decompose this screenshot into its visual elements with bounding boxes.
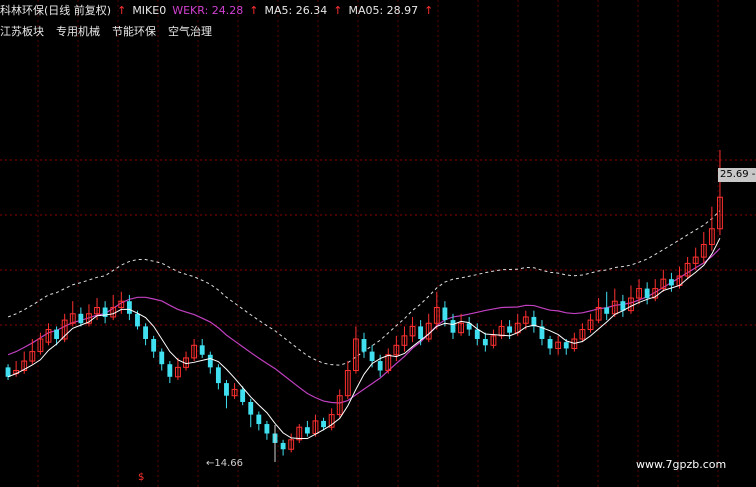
up-arrow-icon: ↑ — [424, 3, 434, 17]
candle-body-down — [668, 279, 674, 286]
candle-body-down — [224, 383, 229, 396]
stock-title: 科林环保(日线 前复权) — [0, 4, 112, 17]
candle-body-down — [280, 442, 286, 450]
band-line — [7, 247, 721, 404]
bottom-mark: $ — [138, 472, 145, 483]
candle-body-down — [54, 329, 60, 339]
concept-tag: 节能环保 — [112, 25, 156, 38]
candle-body-down — [78, 313, 84, 324]
candle-body-down — [547, 339, 553, 349]
candle-body-down — [361, 339, 367, 352]
price-tag: 25.69 - 2 — [718, 168, 756, 182]
low-price-label: ←14.66 — [206, 458, 244, 469]
candle-body-down — [215, 367, 221, 384]
candle-body-down — [151, 339, 157, 352]
candle-body-down — [377, 361, 383, 371]
ma05-label: MA05: 28.97 — [348, 3, 419, 17]
up-arrow-icon: ↑ — [249, 3, 259, 17]
candle-body-down — [507, 326, 513, 333]
up-arrow-icon: ↑ — [333, 3, 343, 17]
indicator-name: MIKE0 — [132, 3, 167, 17]
candle-body-down — [199, 345, 205, 355]
indicator-header: 科林环保(日线 前复权) ↑ MIKE0 WEKR: 24.28 ↑ MA5: … — [0, 2, 433, 18]
concept-tag: 专用机械 — [56, 25, 100, 38]
candle-body-down — [369, 351, 375, 362]
candle-body-down — [450, 320, 456, 333]
candle-body-down — [256, 414, 262, 425]
candle-body-down — [321, 420, 326, 428]
candle-body-down — [563, 342, 569, 349]
candle-body-down — [143, 326, 148, 339]
concept-tag: 江苏板块 — [0, 25, 44, 38]
candle-body-down — [604, 307, 610, 314]
wekr-label: WEKR: 24.28 — [172, 3, 244, 17]
up-arrow-icon: ↑ — [117, 3, 127, 17]
candle-body-down — [644, 288, 650, 299]
candle-body-down — [126, 301, 132, 314]
candlestick-chart — [0, 0, 756, 487]
candle-body-down — [240, 389, 246, 402]
candle-body-down — [442, 307, 448, 321]
candle-body-down — [207, 354, 213, 368]
candle-body-down — [304, 427, 310, 434]
candle-body-down — [474, 329, 480, 339]
candle-body-down — [135, 313, 140, 327]
watermark: www.7gpzb.com — [636, 458, 727, 471]
candle-body-down — [264, 424, 270, 434]
concept-tags: 江苏板块 专用机械 节能环保 空气治理 — [0, 23, 212, 39]
ma5-label: MA5: 26.34 — [264, 3, 328, 17]
concept-tag: 空气治理 — [168, 25, 212, 38]
candle-body-down — [167, 364, 173, 377]
candle-body-down — [482, 339, 488, 346]
candle-body-down — [5, 367, 11, 377]
candle-body-down — [248, 402, 254, 415]
candle-body-down — [159, 351, 165, 365]
candle-body-down — [418, 326, 424, 339]
